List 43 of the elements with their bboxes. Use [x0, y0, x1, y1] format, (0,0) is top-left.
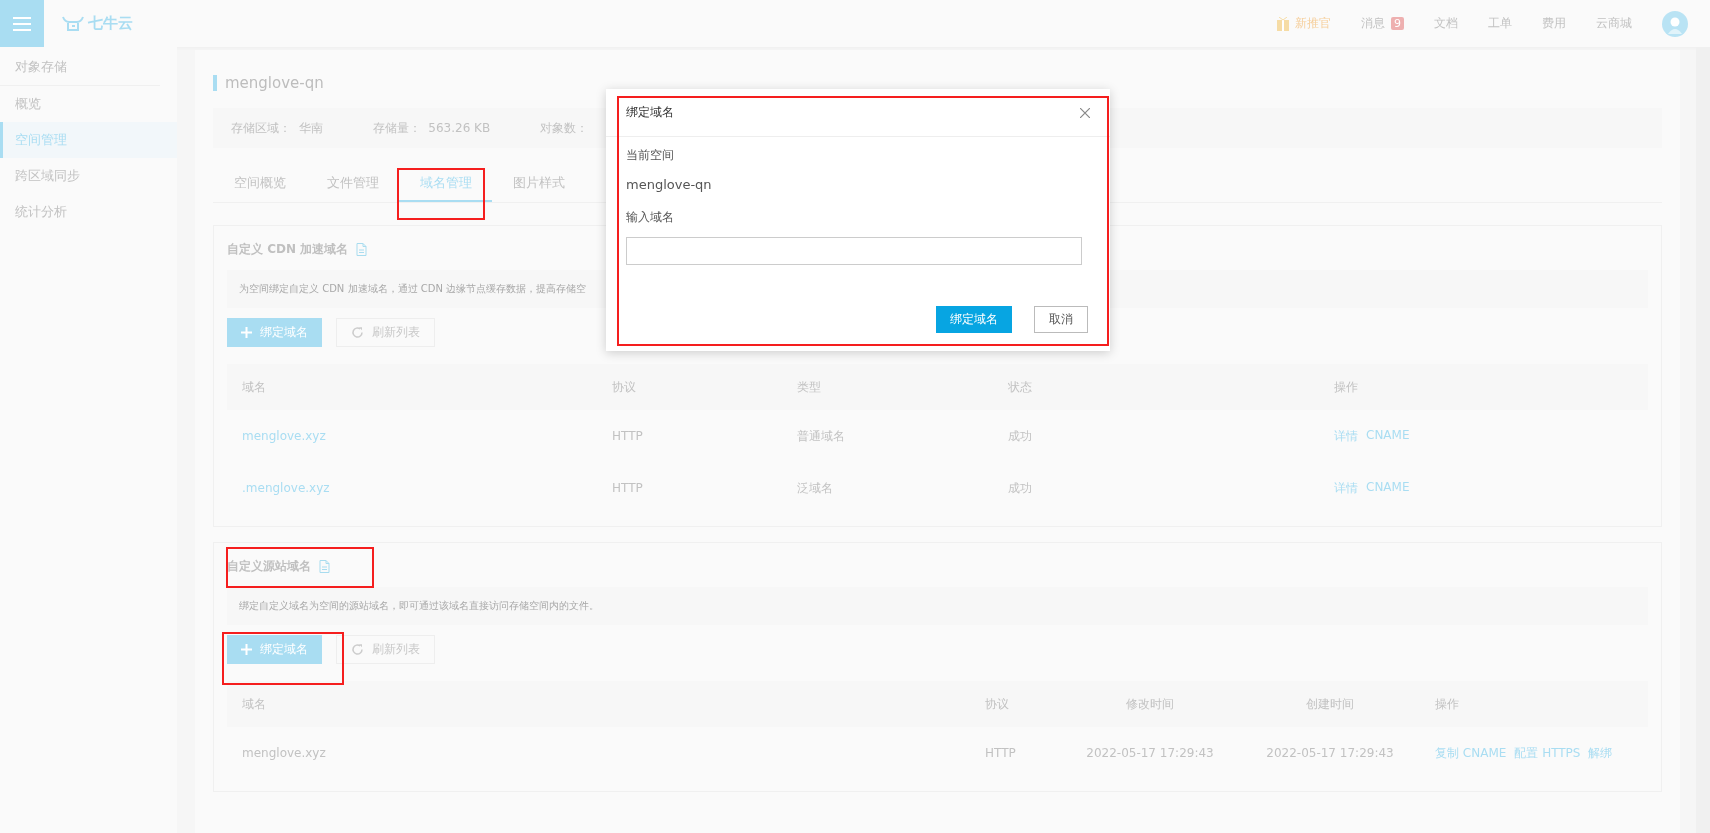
domain-link[interactable]: menglove.xyz — [227, 429, 597, 443]
table-cell-text: 2022-05-17 17:29:43 — [1085, 746, 1215, 760]
bind-domain-button[interactable]: 绑定域名 — [227, 318, 322, 347]
refresh-icon — [351, 643, 364, 656]
field-label: 输入域名 — [626, 209, 675, 226]
action-link[interactable]: 详情 — [1334, 479, 1358, 497]
menu-icon — [13, 16, 31, 31]
action-link[interactable]: 解绑 — [1588, 744, 1613, 762]
document-icon[interactable] — [356, 242, 368, 256]
confirm-button[interactable]: 绑定域名 — [936, 306, 1012, 333]
table-cell-text: menglove.xyz — [241, 746, 327, 760]
section-title: 自定义源站域名 — [227, 557, 311, 575]
nav-link[interactable]: 新推官 — [1295, 15, 1331, 32]
close-icon[interactable] — [1080, 107, 1090, 118]
section-title: 自定义 CDN 加速域名 — [227, 240, 349, 258]
dialog-title: 绑定域名 — [626, 104, 674, 121]
current-space-value: menglove-qn — [626, 176, 713, 194]
table-cell-text: 2022-05-17 17:29:43 — [1265, 746, 1395, 760]
document-icon[interactable] — [319, 559, 330, 573]
domain-input[interactable] — [626, 237, 1082, 265]
bull-head-icon — [62, 15, 84, 32]
sidebar-item[interactable]: 空间管理 — [0, 122, 177, 158]
count-badge: 9 — [1391, 17, 1404, 30]
plus-icon — [241, 327, 252, 338]
table-cell-text: HTTP — [611, 429, 644, 443]
action-link[interactable]: CNAME — [1366, 427, 1410, 445]
domain-link[interactable]: .menglove.xyz — [227, 481, 597, 495]
bind-domain-button[interactable]: 绑定域名 — [227, 635, 322, 664]
cancel-button[interactable]: 取消 — [1034, 306, 1088, 333]
menu-button[interactable] — [0, 0, 44, 47]
field-label: 当前空间 — [626, 147, 675, 164]
action-link[interactable]: CNAME — [1366, 479, 1410, 497]
avatar-icon[interactable] — [1662, 10, 1688, 37]
table-cell-text: HTTP — [984, 746, 1017, 760]
logo-text[interactable]: 七牛云 — [88, 14, 133, 33]
action-link[interactable]: 详情 — [1334, 427, 1358, 445]
plus-icon — [241, 644, 252, 655]
action-link[interactable]: 复制 CNAME — [1435, 744, 1507, 762]
gift-icon — [1277, 16, 1289, 31]
bucket-title: menglove-qn — [225, 74, 324, 92]
refresh-icon — [351, 326, 364, 339]
table-cell-text: HTTP — [611, 481, 644, 495]
action-link[interactable]: 配置 HTTPS — [1514, 744, 1581, 762]
